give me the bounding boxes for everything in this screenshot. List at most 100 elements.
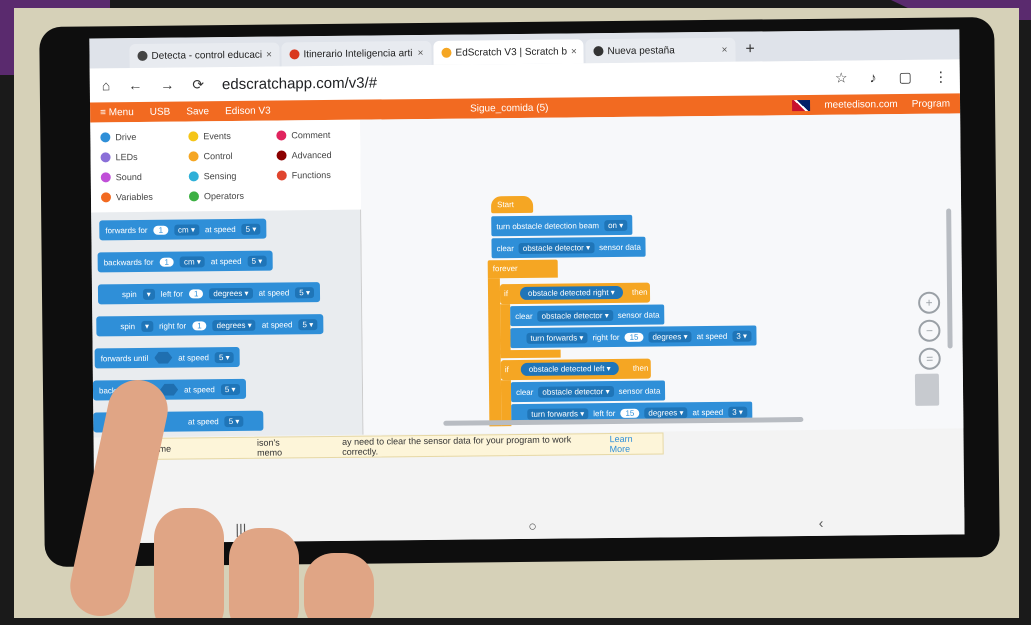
- start-block[interactable]: Start: [490, 195, 534, 214]
- category-drive[interactable]: Drive: [100, 129, 188, 144]
- device-selector[interactable]: Edison V3: [225, 105, 271, 116]
- speed-dropdown[interactable]: 5 ▾: [295, 286, 315, 298]
- spin-right-block[interactable]: spin ▾ right for 1 degrees ▾ at speed 5 …: [96, 314, 324, 337]
- degrees-input[interactable]: 1: [192, 320, 207, 330]
- category-leds[interactable]: LEDs: [100, 149, 188, 164]
- category-dot-icon: [276, 170, 287, 181]
- learn-more-link[interactable]: Learn More: [609, 434, 654, 454]
- browser-tab[interactable]: Detecta - control educaci ×: [129, 42, 280, 69]
- speed-dropdown[interactable]: 5 ▾: [220, 383, 240, 395]
- speed-dropdown[interactable]: 5 ▾: [298, 318, 318, 330]
- degrees-input[interactable]: 15: [624, 332, 644, 342]
- speed-dropdown[interactable]: 5 ▾: [247, 255, 267, 267]
- speed-dropdown[interactable]: 5 ▾: [214, 351, 234, 363]
- side-value[interactable]: right: [593, 288, 609, 297]
- more-menu-icon[interactable]: ⋮: [934, 68, 948, 85]
- beam-block[interactable]: turn obstacle detection beam on ▾: [491, 214, 633, 237]
- forwards-block[interactable]: forwards for 1 cm ▾ at speed 5 ▾: [99, 218, 267, 241]
- category-advanced[interactable]: Advanced: [276, 148, 364, 163]
- close-icon[interactable]: ×: [418, 47, 424, 58]
- category-comment[interactable]: Comment: [276, 128, 364, 143]
- backwards-block[interactable]: backwards for 1 cm ▾ at speed 5 ▾: [97, 250, 273, 273]
- home-icon[interactable]: ⌂: [102, 77, 111, 93]
- microphone-icon[interactable]: ♪: [869, 69, 876, 86]
- speed-value: 5: [224, 384, 230, 394]
- turn-dropdown[interactable]: turn forwards ▾: [526, 331, 588, 344]
- speed-value: 5: [228, 416, 234, 426]
- sensor-dropdown[interactable]: obstacle detector ▾: [538, 385, 614, 398]
- speed-dropdown[interactable]: 5 ▾: [224, 415, 244, 427]
- speed-dropdown[interactable]: 3 ▾: [732, 330, 752, 342]
- unit-dropdown[interactable]: degrees ▾: [212, 319, 256, 331]
- unit-dropdown[interactable]: cm ▾: [179, 255, 205, 268]
- distance-input[interactable]: 1: [159, 257, 174, 267]
- category-sound[interactable]: Sound: [100, 169, 189, 184]
- turn-right-block[interactable]: turn forwards ▾ right for 15 degrees ▾ a…: [510, 325, 757, 349]
- close-icon[interactable]: ×: [571, 46, 577, 57]
- category-functions[interactable]: Functions: [276, 168, 365, 183]
- forwards-until-block[interactable]: forwards until at speed 5 ▾: [94, 346, 240, 369]
- new-tab-button[interactable]: +: [737, 40, 763, 61]
- spin-dropdown[interactable]: ▾: [140, 320, 154, 332]
- degrees-input[interactable]: 1: [188, 288, 204, 298]
- clear-sensor-block[interactable]: clear obstacle detector ▾ sensor data: [510, 380, 666, 403]
- obstacle-condition[interactable]: obstacle detected left ▾: [520, 361, 619, 376]
- reload-icon[interactable]: ⟳: [192, 76, 204, 93]
- warning-banner: ▲ Some ison's memo ay need to clear the …: [123, 432, 664, 461]
- category-variables[interactable]: Variables: [100, 189, 189, 204]
- category-events[interactable]: Events: [188, 129, 276, 144]
- trash-icon[interactable]: [914, 373, 940, 406]
- distance-input[interactable]: 1: [153, 225, 169, 235]
- speed-dropdown[interactable]: 5 ▾: [241, 223, 261, 235]
- category-operators[interactable]: Operators: [188, 189, 277, 204]
- forward-icon[interactable]: →: [160, 77, 174, 93]
- zoom-in-icon[interactable]: +: [918, 291, 941, 314]
- back-icon[interactable]: ←: [128, 77, 142, 93]
- sensor-dropdown[interactable]: obstacle detector ▾: [518, 241, 595, 254]
- condition-slot[interactable]: [154, 352, 172, 364]
- save-button[interactable]: Save: [186, 106, 209, 117]
- browser-tab[interactable]: Itinerario Inteligencia arti ×: [281, 40, 432, 67]
- home-circle-icon[interactable]: ○: [528, 517, 537, 533]
- clear-sensor-block[interactable]: clear obstacle detector ▾ sensor data: [510, 304, 665, 327]
- category-sensing[interactable]: Sensing: [188, 169, 277, 184]
- script-workspace[interactable]: Start turn obstacle detection beam on ▾ …: [360, 113, 964, 435]
- hand-finger: [229, 528, 299, 618]
- sensor-dropdown[interactable]: obstacle detector ▾: [537, 309, 613, 322]
- zoom-out-icon[interactable]: −: [918, 319, 941, 342]
- zoom-reset-icon[interactable]: =: [918, 347, 941, 370]
- beam-dropdown[interactable]: on ▾: [603, 219, 628, 231]
- tab-count-icon[interactable]: ▢: [898, 68, 911, 85]
- unit-dropdown[interactable]: degrees ▾: [648, 330, 692, 343]
- speed-dropdown[interactable]: 3 ▾: [728, 406, 747, 418]
- clear-sensor-block[interactable]: clear obstacle detector ▾ sensor data: [491, 236, 646, 259]
- url-field[interactable]: edscratchapp.com/v3/#: [222, 74, 377, 93]
- block-label: backwards for: [103, 257, 154, 267]
- close-icon[interactable]: ×: [722, 44, 728, 55]
- back-arrow-icon[interactable]: ‹: [819, 514, 824, 530]
- program-button[interactable]: Program: [912, 98, 950, 109]
- category-dot-icon: [100, 192, 112, 203]
- sensor-value: obstacle detector: [541, 310, 603, 321]
- side-value[interactable]: left: [594, 364, 605, 373]
- unit-dropdown[interactable]: degrees ▾: [209, 287, 253, 299]
- unit-dropdown[interactable]: cm ▾: [173, 223, 199, 236]
- browser-tab[interactable]: Nueva pestaña ×: [585, 37, 736, 64]
- vertical-scrollbar[interactable]: [946, 208, 953, 349]
- obstacle-condition[interactable]: obstacle detected right ▾: [519, 285, 623, 300]
- spin-left-block[interactable]: spin ▾ left for 1 degrees ▾ at speed 5 ▾: [97, 282, 321, 305]
- site-link[interactable]: meetedison.com: [824, 99, 897, 111]
- uk-flag-icon[interactable]: [792, 99, 811, 111]
- speed-value: 5: [245, 224, 251, 234]
- menu-button[interactable]: ≡ Menu: [100, 107, 134, 118]
- usb-button[interactable]: USB: [150, 106, 171, 117]
- spin-dropdown[interactable]: ▾: [142, 288, 155, 300]
- browser-tab-active[interactable]: EdScratch V3 | Scratch b ×: [433, 39, 584, 65]
- degrees-input[interactable]: 15: [620, 408, 640, 418]
- turn-dropdown[interactable]: turn forwards ▾: [527, 407, 589, 420]
- close-icon[interactable]: ×: [266, 49, 272, 60]
- category-control[interactable]: Control: [188, 149, 276, 164]
- project-title[interactable]: Sigue_comida (5): [470, 102, 548, 114]
- unit-dropdown[interactable]: degrees ▾: [644, 406, 688, 419]
- bookmark-star-icon[interactable]: ☆: [835, 69, 848, 86]
